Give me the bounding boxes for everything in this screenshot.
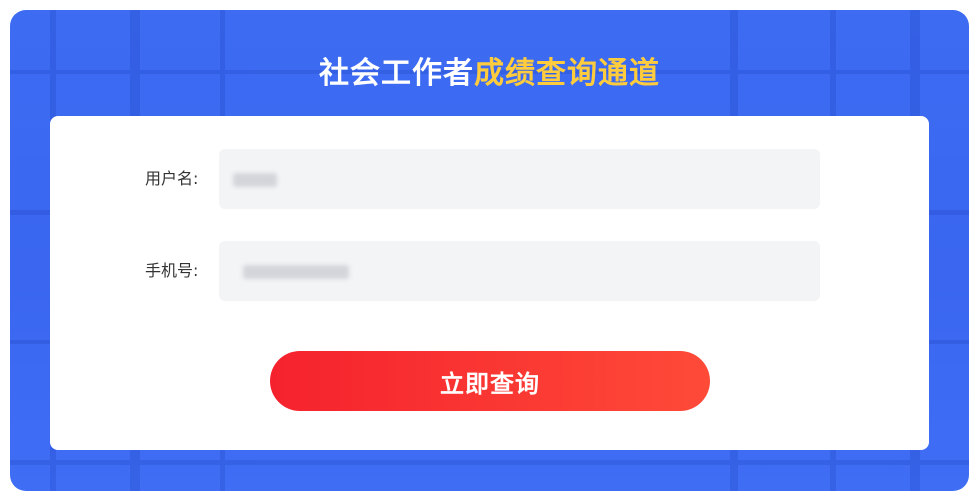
phone-label: 手机号: xyxy=(145,261,199,280)
query-submit-button[interactable]: 立即查询 xyxy=(270,351,710,411)
banner-background: 社会工作者成绩查询通道 用户名: 手机号: 立即查询 xyxy=(10,10,969,491)
phone-input[interactable] xyxy=(219,241,820,301)
username-label: 用户名: xyxy=(145,169,199,188)
username-value-redacted xyxy=(233,173,277,187)
username-row: 用户名: xyxy=(50,149,929,209)
username-input[interactable] xyxy=(219,149,820,209)
query-form-card: 用户名: 手机号: 立即查询 xyxy=(50,116,929,450)
phone-value-redacted xyxy=(243,265,349,279)
phone-row: 手机号: xyxy=(50,241,929,301)
title-main: 社会工作者 xyxy=(319,56,474,91)
title-highlight: 成绩查询通道 xyxy=(474,56,660,91)
page-title: 社会工作者成绩查询通道 xyxy=(10,48,969,92)
